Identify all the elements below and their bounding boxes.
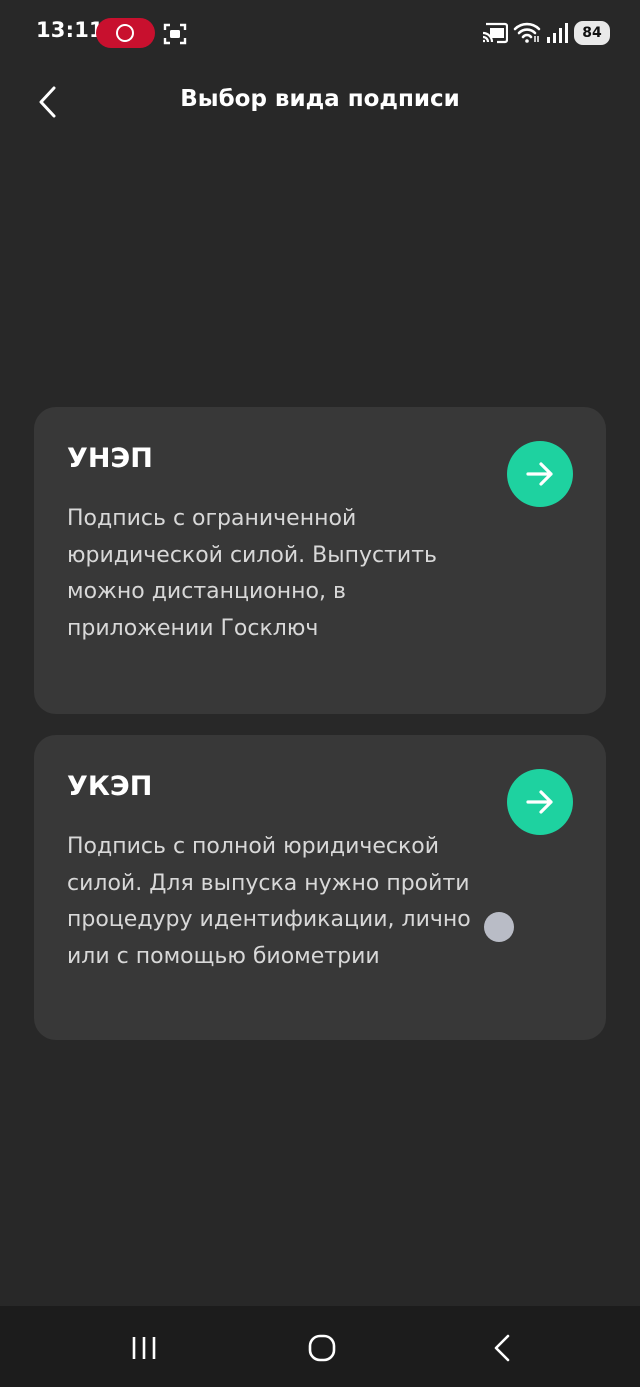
select-ukep-button[interactable] [507,769,573,835]
recents-icon [132,1337,156,1359]
card-description: Подпись с ограниченной юридической силой… [67,506,438,641]
status-time: 13:11 [36,18,104,42]
system-nav-bar [0,1306,640,1387]
record-icon[interactable] [96,18,155,48]
arrow-right-icon [526,790,553,814]
home-button[interactable] [300,1326,344,1370]
touch-indicator [484,912,514,942]
home-icon [308,1334,336,1362]
card-title: УНЭП [67,443,153,474]
nav-back-button[interactable] [480,1326,524,1370]
signature-option-ukep[interactable]: УКЭП Подпись с полной юридической силой.… [34,735,606,1040]
select-unep-button[interactable] [507,441,573,507]
back-icon [494,1334,510,1362]
battery-icon: 84 [574,21,610,45]
arrow-right-icon [526,462,553,486]
signal-icon [547,23,568,43]
status-bar: 13:11 84 [0,0,640,66]
page-title: Выбор вида подписи [180,86,460,112]
card-description: Подпись с полной юридической силой. Для … [67,834,471,969]
screenshot-icon [163,23,187,45]
screen: 13:11 84 Выбор вида подписи УНЭП Подпись… [0,0,640,1387]
cast-icon [482,22,508,44]
wifi-icon [513,22,541,43]
card-title: УКЭП [67,771,153,802]
signature-option-unep[interactable]: УНЭП Подпись с ограниченной юридической … [34,407,606,714]
recents-button[interactable] [122,1326,166,1370]
